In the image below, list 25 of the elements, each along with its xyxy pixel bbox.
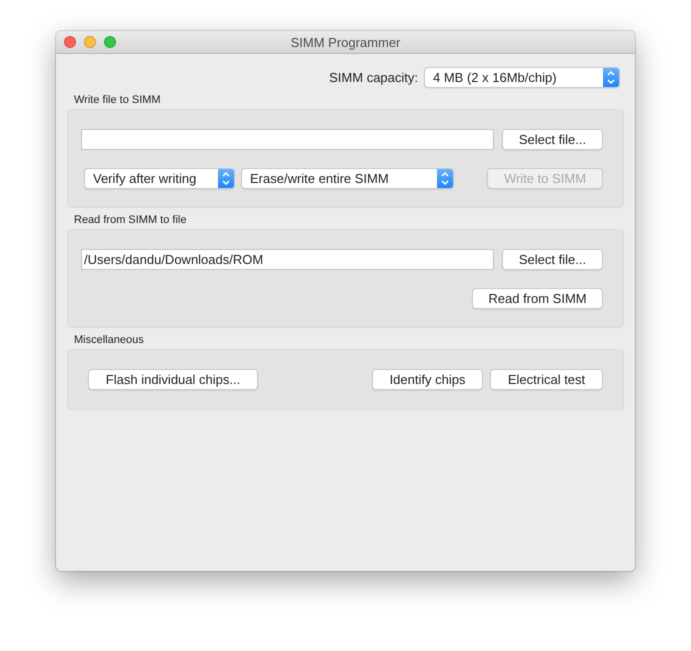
identify-chips-button[interactable]: Identify chips <box>372 369 483 390</box>
file-path-field[interactable] <box>81 128 494 150</box>
window-title: SIMM Programmer <box>290 34 400 50</box>
select-file-button[interactable]: Select file... <box>502 248 603 270</box>
popup-button[interactable]: 4 MB (2 x 16Mb/chip) <box>424 67 620 88</box>
section-title: Miscellaneous <box>74 334 145 346</box>
popup-value: Verify after writing <box>92 170 196 186</box>
popup-value: 4 MB (2 x 16Mb/chip) <box>432 70 557 85</box>
electrical-test-button[interactable]: Electrical test <box>490 369 603 390</box>
popup-button[interactable]: Verify after writing <box>84 168 235 188</box>
stepper-icon <box>218 168 234 188</box>
capacity-label: SIMM capacity: <box>329 70 418 85</box>
file-path-field[interactable]: /Users/dandu/Downloads/ROM <box>81 248 494 270</box>
read-button[interactable]: Read from SIMM <box>472 288 603 308</box>
section-title: Read from SIMM to file <box>74 214 188 226</box>
select-file-button[interactable]: Select file... <box>502 128 603 150</box>
section-title: Write file to SIMM <box>74 94 162 106</box>
close-icon[interactable] <box>64 36 76 48</box>
popup-value: Erase/write entire SIMM <box>249 170 389 186</box>
stepper-icon <box>603 68 619 87</box>
stepper-icon <box>437 168 453 188</box>
minimize-icon[interactable] <box>84 36 96 48</box>
popup-button[interactable]: Erase/write entire SIMM <box>241 168 454 188</box>
maximize-icon[interactable] <box>104 36 116 48</box>
flash-chips-button[interactable]: Flash individual chips... <box>88 369 258 390</box>
